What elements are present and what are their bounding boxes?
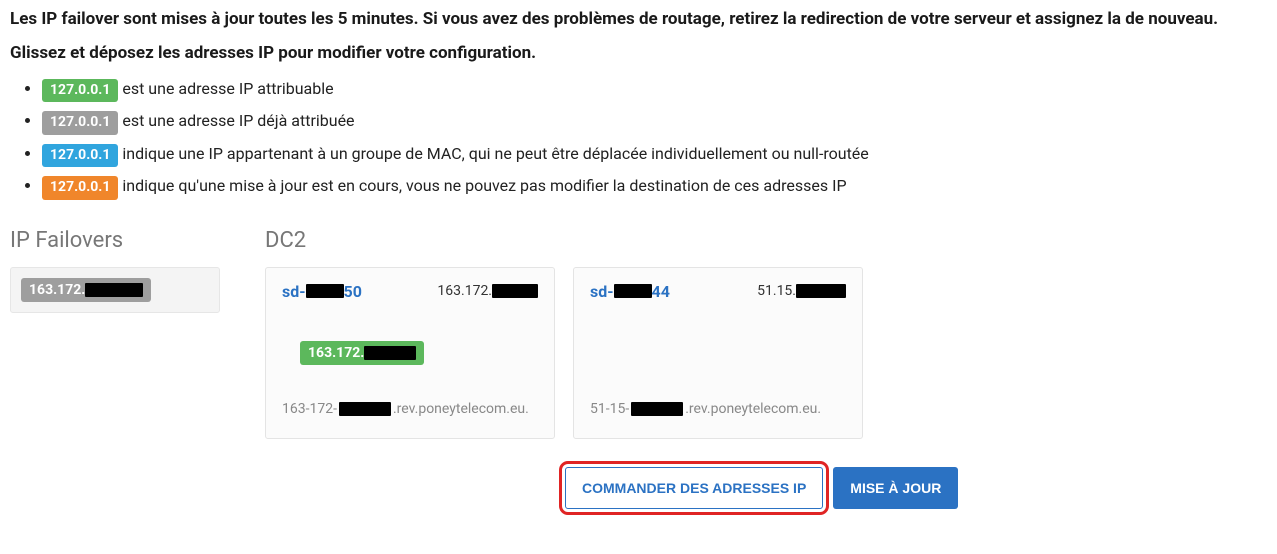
dc-column: DC2 sd- 50 163.172. 163.172. [265,228,1267,439]
badge-green: 127.0.0.1 [42,79,118,103]
server-name-prefix: sd- [590,282,614,301]
redacted-block [492,284,538,298]
legend-mac-text: indique une IP appartenant à un groupe d… [118,144,868,163]
badge-blue: 127.0.0.1 [42,144,118,168]
server-card[interactable]: sd- 44 51.15. 51-15- .rev.poneytelecom.eu. [573,267,863,439]
server-ip: 51.15. [757,283,846,299]
server-ip-prefix: 51.15. [757,283,796,299]
failover-ip-prefix: 163.172. [29,282,85,298]
server-reverse-dns: 163-172- .rev.poneytelecom.eu. [282,399,538,420]
assigned-ip-prefix: 163.172. [308,345,364,361]
server-ip-prefix: 163.172. [437,283,492,299]
server-name[interactable]: sd- 44 [590,282,670,301]
server-name-suffix: 50 [344,282,362,301]
legend-assigned: 127.0.0.1 est une adresse IP déjà attrib… [42,108,1267,135]
redacted-block [339,402,391,416]
legend-list: 127.0.0.1 est une adresse IP attribuable… [10,76,1267,200]
server-dropzone[interactable] [590,341,846,381]
rev-suffix: .rev.poneytelecom.eu. [685,399,821,420]
redacted-block [364,346,416,360]
server-ip: 163.172. [437,283,538,299]
server-reverse-dns: 51-15- .rev.poneytelecom.eu. [590,399,846,420]
assigned-ip-chip[interactable]: 163.172. [300,341,424,365]
intro-line-2: Glissez et déposez les adresses IP pour … [10,42,1267,66]
server-dropzone[interactable]: 163.172. [282,341,538,381]
redacted-block [631,402,683,416]
legend-assigned-text: est une adresse IP déjà attribuée [118,111,354,130]
badge-gray: 127.0.0.1 [42,111,118,135]
server-card[interactable]: sd- 50 163.172. 163.172. 163-172- .rev.pon… [265,267,555,439]
failover-ip-chip[interactable]: 163.172. [21,278,151,302]
redacted-block [306,284,344,298]
redacted-block [85,283,143,297]
legend-mac-group: 127.0.0.1 indique une IP appartenant à u… [42,141,1267,168]
intro-line-1: Les IP failover sont mises à jour toutes… [10,8,1267,32]
failover-dropzone[interactable]: 163.172. [10,267,220,313]
action-bar: COMMANDER DES ADRESSES IP MISE À JOUR [10,467,1267,509]
dc-title: DC2 [265,228,1267,253]
legend-updating-text: indique qu'une mise à jour est en cours,… [118,176,846,195]
rev-prefix: 51-15- [590,399,629,420]
legend-updating: 127.0.0.1 indique qu'une mise à jour est… [42,173,1267,200]
failover-column: IP Failovers 163.172. [10,228,225,313]
legend-assignable-text: est une adresse IP attribuable [118,79,333,98]
redacted-block [614,284,652,298]
redacted-block [796,284,846,298]
rev-suffix: .rev.poneytelecom.eu. [393,399,529,420]
failovers-title: IP Failovers [10,228,225,253]
legend-assignable: 127.0.0.1 est une adresse IP attribuable [42,76,1267,103]
server-name-prefix: sd- [282,282,306,301]
server-name[interactable]: sd- 50 [282,282,362,301]
badge-orange: 127.0.0.1 [42,176,118,200]
update-button[interactable]: MISE À JOUR [833,467,958,509]
order-ip-button[interactable]: COMMANDER DES ADRESSES IP [565,467,823,509]
rev-prefix: 163-172- [282,399,337,420]
server-name-suffix: 44 [652,282,670,301]
